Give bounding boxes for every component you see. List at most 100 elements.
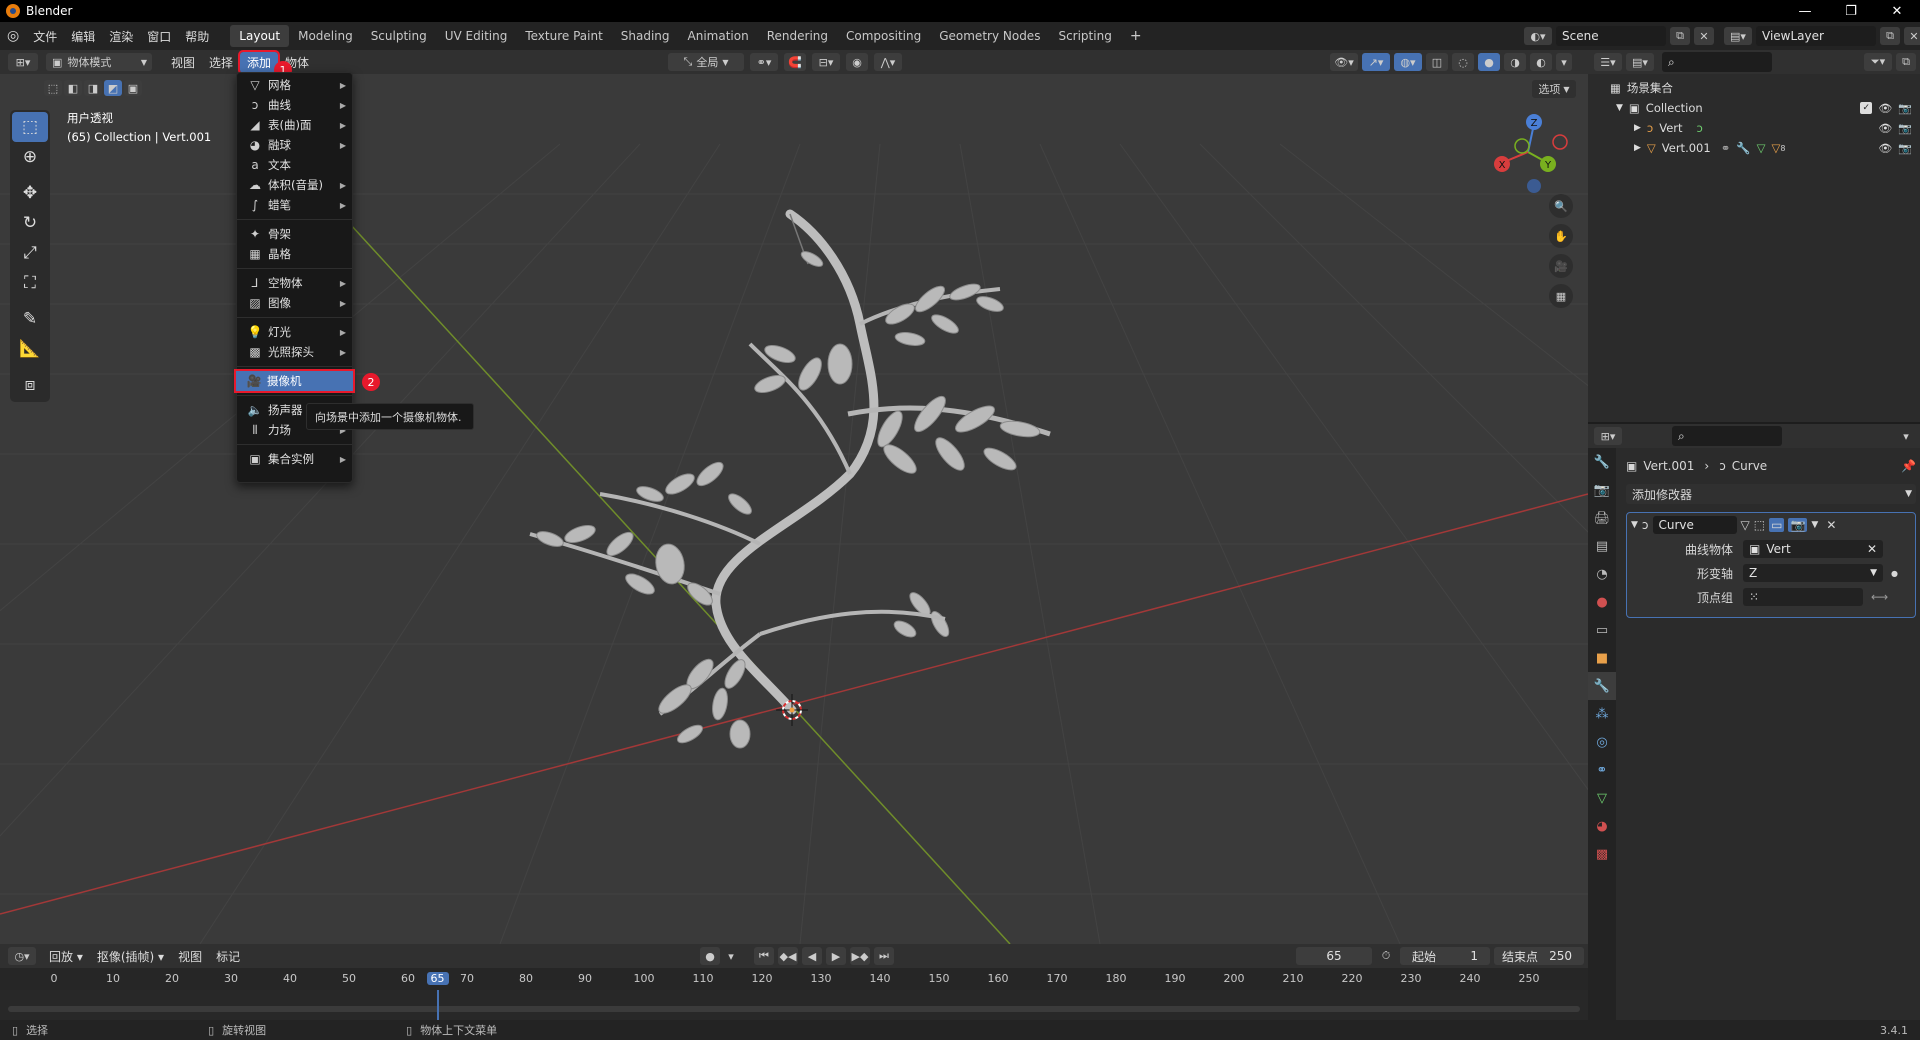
editor-type-icon[interactable]: ⊞▾ (1594, 427, 1622, 445)
rendered-shading-icon[interactable]: ◐ (1530, 53, 1552, 71)
material-shading-icon[interactable]: ◑ (1504, 53, 1526, 71)
add-menu-item-grease-pencil[interactable]: ∫ 蜡笔 ▶ (237, 195, 352, 215)
add-menu-item-light[interactable]: 💡 灯光 ▶ (237, 322, 352, 342)
menu-window[interactable]: 窗口 (140, 28, 178, 45)
expand-arrow-icon[interactable]: ▶ (1634, 123, 1641, 133)
tab-texture-paint[interactable]: Texture Paint (516, 25, 611, 47)
keying-menu[interactable]: 抠像(插帧) ▾ (90, 946, 171, 967)
add-menu-item-volume[interactable]: ☁ 体积(音量) ▶ (237, 175, 352, 195)
perspective-toggle-icon[interactable]: ▦ (1549, 284, 1573, 308)
select-extend-icon[interactable]: ◧ (64, 80, 82, 96)
tab-sculpting[interactable]: Sculpting (362, 25, 436, 47)
expand-arrow-icon[interactable]: ▼ (1616, 103, 1623, 113)
scene-collection-row[interactable]: ▦ 场景集合 (1588, 78, 1920, 98)
scene-name-field[interactable]: Scene (1556, 26, 1666, 46)
overlay-toggle-icon[interactable]: ◍▾ (1394, 53, 1422, 71)
tool-tab-icon[interactable]: 🔧 (1588, 448, 1616, 476)
render-tab-icon[interactable]: 📷 (1588, 476, 1616, 504)
tab-geometry-nodes[interactable]: Geometry Nodes (930, 25, 1049, 47)
frame-ruler[interactable]: 0 10 20 30 40 50 60 65 70 80 90 100 110 120 130 140 150 1… (0, 968, 1588, 990)
tab-scripting[interactable]: Scripting (1049, 25, 1120, 47)
particles-tab-icon[interactable]: ⁂ (1588, 700, 1616, 728)
cage-toggle-icon[interactable]: ⬚ (1754, 518, 1765, 532)
camera-render-icon[interactable]: 📷 (1898, 142, 1912, 155)
checkbox-icon[interactable]: ✓ (1860, 101, 1873, 114)
keyframe-dot-icon[interactable]: ● (1891, 569, 1898, 578)
expand-arrow-icon[interactable]: ▶ (1634, 143, 1641, 153)
material-tab-icon[interactable]: ◕ (1588, 812, 1616, 840)
timeline-track-area[interactable] (0, 990, 1588, 1020)
menu-select[interactable]: 选择 (202, 52, 240, 73)
modifier-tab-icon[interactable]: 🔧 (1588, 672, 1616, 700)
deform-axis-dropdown[interactable]: Z ▼ (1743, 564, 1883, 582)
add-menu-item-armature[interactable]: ✦ 骨架 (237, 224, 352, 244)
end-frame-field[interactable]: 结束点 250 (1494, 947, 1584, 965)
edit-mode-toggle-icon[interactable]: ▽ (1741, 518, 1750, 532)
view-layer-icon[interactable]: ▤▾ (1724, 27, 1752, 45)
play-icon[interactable]: ▶ (826, 947, 846, 965)
stopwatch-icon[interactable]: ⏱ (1376, 947, 1396, 965)
chevron-down-icon[interactable]: ▾ (724, 947, 738, 965)
current-frame-marker[interactable]: 65 (426, 972, 449, 985)
auto-key-icon[interactable]: ● (700, 947, 720, 965)
add-workspace-icon[interactable]: + (1121, 24, 1151, 48)
add-cube-tool-icon[interactable]: ⧈ (12, 370, 48, 400)
add-menu-item-collection-instance[interactable]: ▣ 集合实例 ▶ (237, 449, 352, 469)
shading-options-icon[interactable]: ▾ (1556, 53, 1572, 71)
orientation-dropdown[interactable]: ⤡ 全局 ▼ (668, 53, 744, 71)
view-layer-tab-icon[interactable]: ▤ (1588, 532, 1616, 560)
move-tool-icon[interactable]: ✥ (12, 178, 48, 208)
pivot-icon[interactable]: ⚭▾ (750, 53, 778, 71)
eye-icon[interactable]: 👁 (1878, 122, 1892, 135)
measure-tool-icon[interactable]: 📐 (12, 334, 48, 364)
wireframe-shading-icon[interactable]: ◌ (1452, 53, 1474, 71)
tab-animation[interactable]: Animation (679, 25, 758, 47)
properties-search-input[interactable]: ⌕ (1672, 426, 1782, 446)
editor-type-icon[interactable]: ◷▾ (8, 947, 36, 965)
blender-menu-icon[interactable]: ◎ (0, 28, 26, 44)
curve-object-field[interactable]: ▣ Vert ✕ (1743, 540, 1883, 558)
viewport-toggle-icon[interactable]: ▭ (1769, 518, 1785, 532)
editor-type-icon[interactable]: ⊞▾ (8, 53, 38, 71)
chevron-down-icon[interactable]: ▾ (1898, 427, 1914, 445)
add-menu-item-image[interactable]: ▨ 图像 ▶ (237, 293, 352, 313)
current-frame-field[interactable]: 65 (1296, 947, 1372, 965)
add-menu-item-mesh[interactable]: ▽ 网格 ▶ (237, 75, 352, 95)
eye-icon[interactable]: 👁 (1878, 102, 1892, 115)
annotate-tool-icon[interactable]: ✎ (12, 304, 48, 334)
add-menu-item-curve[interactable]: ↄ 曲线 ▶ (237, 95, 352, 115)
snap-toggle-icon[interactable]: 🧲 (784, 53, 806, 71)
tab-modeling[interactable]: Modeling (289, 25, 362, 47)
menu-view[interactable]: 视图 (164, 52, 202, 73)
close-icon[interactable]: ✕ (1874, 0, 1920, 22)
output-tab-icon[interactable]: 🖨 (1588, 504, 1616, 532)
rotate-tool-icon[interactable]: ↻ (12, 208, 48, 238)
invert-arrows-icon[interactable]: ⟷ (1871, 590, 1888, 604)
modifier-name-field[interactable]: Curve (1652, 516, 1737, 534)
eye-icon[interactable]: 👁 (1878, 142, 1892, 155)
select-set-icon[interactable]: ⬚ (44, 80, 62, 96)
cursor-tool-icon[interactable]: ⊕ (12, 142, 48, 172)
add-menu-item-text[interactable]: a 文本 (237, 155, 352, 175)
outliner-object-row[interactable]: ▶ ↄ Vert ↄ 👁 📷 (1588, 118, 1920, 138)
outliner-object-row[interactable]: ▶ ▽ Vert.001 ⚭ 🔧 ▽ ▽ 8 👁 📷 (1588, 138, 1920, 158)
tab-uv-editing[interactable]: UV Editing (436, 25, 517, 47)
camera-view-icon[interactable]: 🎥 (1549, 254, 1573, 278)
menu-help[interactable]: 帮助 (178, 28, 216, 45)
timeline-scrollbar[interactable] (8, 1006, 1580, 1012)
filter-icon[interactable]: ⏷▾ (1864, 53, 1892, 71)
collection-row[interactable]: ▼ ▣ Collection ✓ 👁 📷 (1588, 98, 1920, 118)
menu-edit[interactable]: 编辑 (64, 28, 102, 45)
play-reverse-icon[interactable]: ◀ (802, 947, 822, 965)
new-collection-icon[interactable]: ⧉ (1896, 53, 1916, 71)
clear-icon[interactable]: ✕ (1867, 542, 1877, 556)
scene-type-icon[interactable]: ◐▾ (1524, 27, 1552, 45)
options-dropdown[interactable]: 选项 ▼ (1532, 80, 1576, 98)
tab-shading[interactable]: Shading (612, 25, 679, 47)
proportional-edit-icon[interactable]: ◉ (846, 53, 868, 71)
select-subtract-icon[interactable]: ◨ (84, 80, 102, 96)
delete-view-layer-icon[interactable]: ✕ (1904, 27, 1920, 45)
restore-icon[interactable]: ❐ (1828, 0, 1874, 22)
add-menu-item-camera[interactable]: 🎥 摄像机 (234, 369, 355, 393)
data-tab-icon[interactable]: ▽ (1588, 784, 1616, 812)
